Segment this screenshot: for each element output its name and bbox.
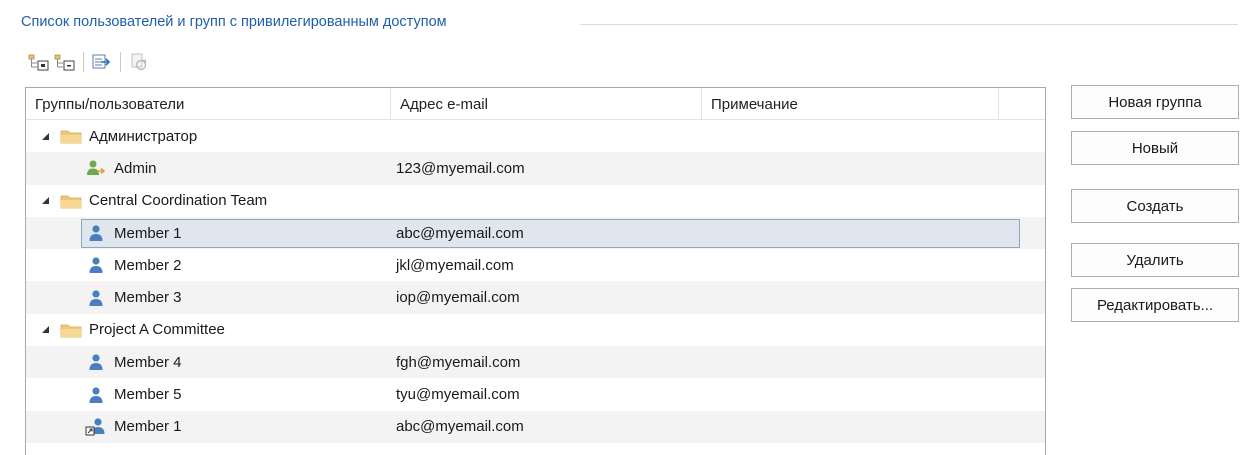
collapse-triangle-icon[interactable]: [38, 323, 52, 337]
group-name: Project A Committee: [89, 321, 225, 339]
column-header-row: Группы/пользователи Адрес e-mail Примеча…: [26, 88, 1045, 120]
collapse-triangle-icon[interactable]: [38, 129, 52, 143]
add-group-button[interactable]: [26, 50, 52, 74]
tree-row-user[interactable]: Member 2 jkl@myemail.com: [26, 249, 1045, 281]
folder-icon: [60, 320, 82, 340]
user-email: abc@myemail.com: [396, 224, 524, 242]
refresh-icon: [131, 53, 147, 71]
tree-row-user[interactable]: Member 4 fgh@myemail.com: [26, 346, 1045, 379]
user-email: tyu@myemail.com: [396, 386, 520, 404]
user-email: iop@myemail.com: [396, 289, 520, 307]
delete-button[interactable]: Удалить: [1071, 243, 1239, 277]
new-button[interactable]: Новый: [1071, 131, 1239, 165]
column-header-note[interactable]: Примечание: [702, 88, 999, 120]
selection-highlight: [81, 218, 1020, 248]
tree-row-user[interactable]: Member 3 iop@myemail.com: [26, 281, 1045, 314]
export-icon: [92, 54, 111, 69]
export-button[interactable]: [89, 50, 115, 74]
user-email: 123@myemail.com: [396, 159, 525, 177]
user-name: Member 2: [114, 256, 182, 274]
tree-row-user[interactable]: Member 5 tyu@myemail.com: [26, 378, 1045, 410]
tree-row-group[interactable]: Project A Committee: [26, 314, 1045, 346]
user-email: fgh@myemail.com: [396, 353, 521, 371]
group-name: Администратор: [89, 127, 198, 145]
user-email: jkl@myemail.com: [396, 256, 514, 274]
tree-row-group[interactable]: Администратор: [26, 120, 1045, 152]
remove-group-button[interactable]: [52, 50, 78, 74]
tree-row-user[interactable]: Admin 123@myemail.com: [26, 152, 1045, 185]
column-header-name[interactable]: Группы/пользователи: [26, 88, 391, 120]
user-icon: [85, 288, 107, 308]
folder-icon: [60, 126, 82, 146]
add-group-icon: [28, 54, 49, 71]
refresh-button[interactable]: [126, 50, 152, 74]
toolbar-separator: [120, 52, 121, 72]
users-groups-tree[interactable]: Группы/пользователи Адрес e-mail Примеча…: [25, 87, 1046, 455]
tree-row-group[interactable]: Central Coordination Team: [26, 185, 1045, 217]
linked-user-icon: [85, 417, 107, 437]
tree-row-linked-user[interactable]: Member 1 abc@myemail.com: [26, 410, 1045, 443]
user-name: Member 1: [114, 224, 182, 242]
user-name: Member 3: [114, 289, 182, 307]
user-icon: [85, 255, 107, 275]
edit-button[interactable]: Редактировать...: [1071, 288, 1239, 322]
toolbar-separator: [83, 52, 84, 72]
collapse-triangle-icon[interactable]: [38, 194, 52, 208]
user-icon: [85, 352, 107, 372]
user-icon: [85, 223, 107, 243]
tree-row-user-selected[interactable]: Member 1 abc@myemail.com: [26, 216, 1045, 250]
column-header-extra[interactable]: [999, 88, 1045, 120]
column-header-email[interactable]: Адрес e-mail: [391, 88, 702, 120]
group-box-title: Список пользователей и групп с привилеги…: [21, 14, 455, 30]
group-box-divider: [580, 24, 1238, 25]
toolbar: [26, 48, 152, 76]
user-name: Member 1: [114, 418, 182, 436]
user-email: abc@myemail.com: [396, 418, 524, 436]
user-icon: [85, 385, 107, 405]
user-name: Member 4: [114, 353, 182, 371]
group-name: Central Coordination Team: [89, 192, 268, 210]
user-name: Member 5: [114, 386, 182, 404]
admin-user-icon: [85, 158, 107, 178]
create-button[interactable]: Создать: [1071, 189, 1239, 223]
remove-group-icon: [54, 54, 75, 71]
new-group-button[interactable]: Новая группа: [1071, 85, 1239, 119]
folder-icon: [60, 191, 82, 211]
user-name: Admin: [114, 159, 157, 177]
